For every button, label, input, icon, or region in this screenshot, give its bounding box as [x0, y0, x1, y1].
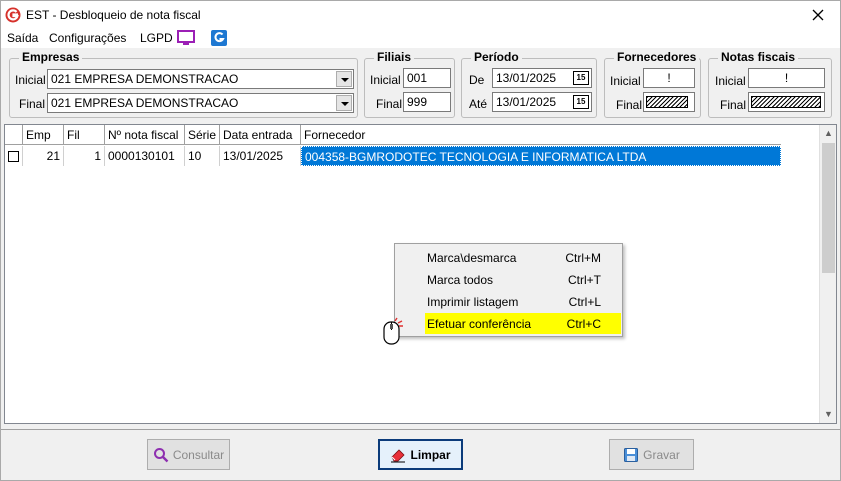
data-de-value: 13/01/2025: [496, 71, 557, 85]
header-fil[interactable]: Fil: [64, 125, 105, 145]
cell-fil: 1: [64, 146, 105, 166]
scroll-thumb[interactable]: [822, 143, 835, 273]
scroll-down-icon[interactable]: ▼: [820, 406, 836, 423]
save-icon: [624, 447, 639, 462]
fornecedor-final-field[interactable]: [643, 92, 695, 112]
menu-item-marca-todos[interactable]: Marca todos Ctrl+T: [425, 269, 621, 290]
menu-item-label: Marca todos: [427, 273, 494, 287]
cell-data: 13/01/2025: [220, 146, 301, 166]
row-checkbox-cell[interactable]: [5, 146, 23, 166]
hatch-pattern: [646, 96, 688, 108]
table-row[interactable]: 21 1 0000130101 10 13/01/2025 004358-BGM…: [5, 146, 781, 166]
menu-saida[interactable]: Saída: [7, 31, 38, 45]
menu-bar: Saída Configurações LGPD: [1, 29, 840, 48]
monitor-icon[interactable]: [177, 29, 195, 47]
dropdown-icon[interactable]: [336, 71, 352, 87]
header-fornecedor[interactable]: Fornecedor: [301, 125, 781, 145]
calendar-icon[interactable]: 15: [573, 71, 589, 85]
close-icon: [812, 9, 824, 21]
mouse-cursor-icon: [383, 317, 403, 345]
consultar-label: Consultar: [172, 447, 225, 462]
nota-inicial-field[interactable]: !: [748, 68, 825, 88]
main-window: EST - Desbloqueio de nota fiscal Saída C…: [0, 0, 841, 481]
header-data[interactable]: Data entrada: [220, 125, 301, 145]
notas-title: Notas fiscais: [718, 50, 799, 64]
eraser-icon: [391, 448, 406, 462]
header-checkbox-col: [5, 125, 23, 145]
menu-item-shortcut: Ctrl+C: [566, 317, 601, 331]
filiais-title: Filiais: [374, 50, 415, 64]
vertical-scrollbar[interactable]: ▲ ▼: [819, 125, 836, 423]
menu-configuracoes[interactable]: Configurações: [49, 31, 126, 45]
app-logo-icon: [5, 7, 21, 23]
g-app-icon[interactable]: [210, 29, 228, 47]
header-nota[interactable]: Nº nota fiscal: [105, 125, 185, 145]
menu-item-marca-desmarca[interactable]: Marca\desmarca Ctrl+M: [425, 247, 621, 268]
menu-lgpd[interactable]: LGPD: [140, 31, 173, 45]
filiais-inicial-label: Inicial: [370, 73, 401, 87]
fornecedores-inicial-label: Inicial: [610, 74, 641, 88]
empresas-title: Empresas: [19, 50, 83, 64]
scroll-up-icon[interactable]: ▲: [820, 125, 836, 142]
close-button[interactable]: [796, 1, 840, 29]
consultar-button[interactable]: Consultar: [147, 439, 230, 470]
empresas-final-label: Final: [19, 97, 46, 111]
menu-item-imprimir-listagem[interactable]: Imprimir listagem Ctrl+L: [425, 291, 621, 312]
empresa-inicial-select[interactable]: 021 EMPRESA DEMONSTRACAO: [47, 69, 354, 89]
row-checkbox[interactable]: [8, 151, 19, 162]
context-menu: Marca\desmarca Ctrl+M Marca todos Ctrl+T…: [394, 243, 623, 337]
menu-item-efetuar-conferencia[interactable]: Efetuar conferência Ctrl+C: [425, 313, 621, 334]
fornecedor-inicial-field[interactable]: !: [643, 68, 695, 88]
nota-final-field[interactable]: [748, 92, 825, 112]
notas-final-label: Final: [720, 98, 747, 112]
title-bar: EST - Desbloqueio de nota fiscal: [1, 1, 840, 29]
empresa-inicial-value: 021 EMPRESA DEMONSTRACAO: [51, 72, 239, 86]
hatch-pattern: [751, 96, 821, 108]
grid-header: Emp Fil Nº nota fiscal Série Data entrad…: [5, 125, 781, 145]
menu-item-shortcut: Ctrl+L: [568, 295, 601, 309]
fornecedores-final-label: Final: [616, 98, 643, 112]
periodo-ate-label: Até: [469, 97, 488, 111]
filial-final-field[interactable]: 999: [403, 92, 451, 112]
header-serie[interactable]: Série: [185, 125, 220, 145]
notas-group: Notas fiscais Inicial ! Final: [708, 50, 832, 118]
menu-item-label: Marca\desmarca: [427, 251, 517, 265]
periodo-title: Período: [471, 50, 522, 64]
cell-serie: 10: [185, 146, 220, 166]
window-title: EST - Desbloqueio de nota fiscal: [26, 8, 201, 22]
fornecedores-group: Fornecedores Inicial ! Final: [604, 50, 701, 118]
cell-emp: 21: [23, 146, 64, 166]
gravar-label: Gravar: [643, 447, 680, 462]
cell-nota: 0000130101: [105, 146, 185, 166]
search-icon: [153, 447, 169, 462]
data-ate-field[interactable]: 13/01/2025 15: [492, 92, 592, 112]
calendar-icon[interactable]: 15: [573, 95, 589, 109]
notas-inicial-label: Inicial: [715, 74, 746, 88]
fornecedores-title: Fornecedores: [614, 50, 700, 64]
periodo-group: Período De 13/01/2025 15 Até 13/01/2025 …: [461, 50, 597, 118]
menu-item-label: Imprimir listagem: [427, 295, 519, 309]
dropdown-icon[interactable]: [336, 95, 352, 111]
limpar-label: Limpar: [410, 447, 451, 462]
footer-separator: [1, 429, 840, 430]
filiais-group: Filiais Inicial 001 Final 999: [364, 50, 455, 118]
empresa-final-value: 021 EMPRESA DEMONSTRACAO: [51, 96, 239, 110]
filiais-final-label: Final: [376, 97, 403, 111]
data-de-field[interactable]: 13/01/2025 15: [492, 68, 592, 88]
menu-item-shortcut: Ctrl+M: [565, 251, 601, 265]
data-ate-value: 13/01/2025: [496, 95, 557, 109]
empresas-inicial-label: Inicial: [15, 73, 46, 87]
limpar-button[interactable]: Limpar: [378, 439, 463, 470]
menu-item-shortcut: Ctrl+T: [568, 273, 601, 287]
menu-item-label: Efetuar conferência: [427, 317, 532, 331]
filial-inicial-field[interactable]: 001: [403, 68, 451, 88]
periodo-de-label: De: [469, 73, 485, 87]
header-emp[interactable]: Emp: [23, 125, 64, 145]
empresas-group: Empresas Inicial 021 EMPRESA DEMONSTRACA…: [9, 50, 358, 118]
cell-fornecedor: 004358-BGMRODOTEC TECNOLOGIA E INFORMATI…: [301, 146, 781, 166]
gravar-button[interactable]: Gravar: [609, 439, 694, 470]
empresa-final-select[interactable]: 021 EMPRESA DEMONSTRACAO: [47, 93, 354, 113]
